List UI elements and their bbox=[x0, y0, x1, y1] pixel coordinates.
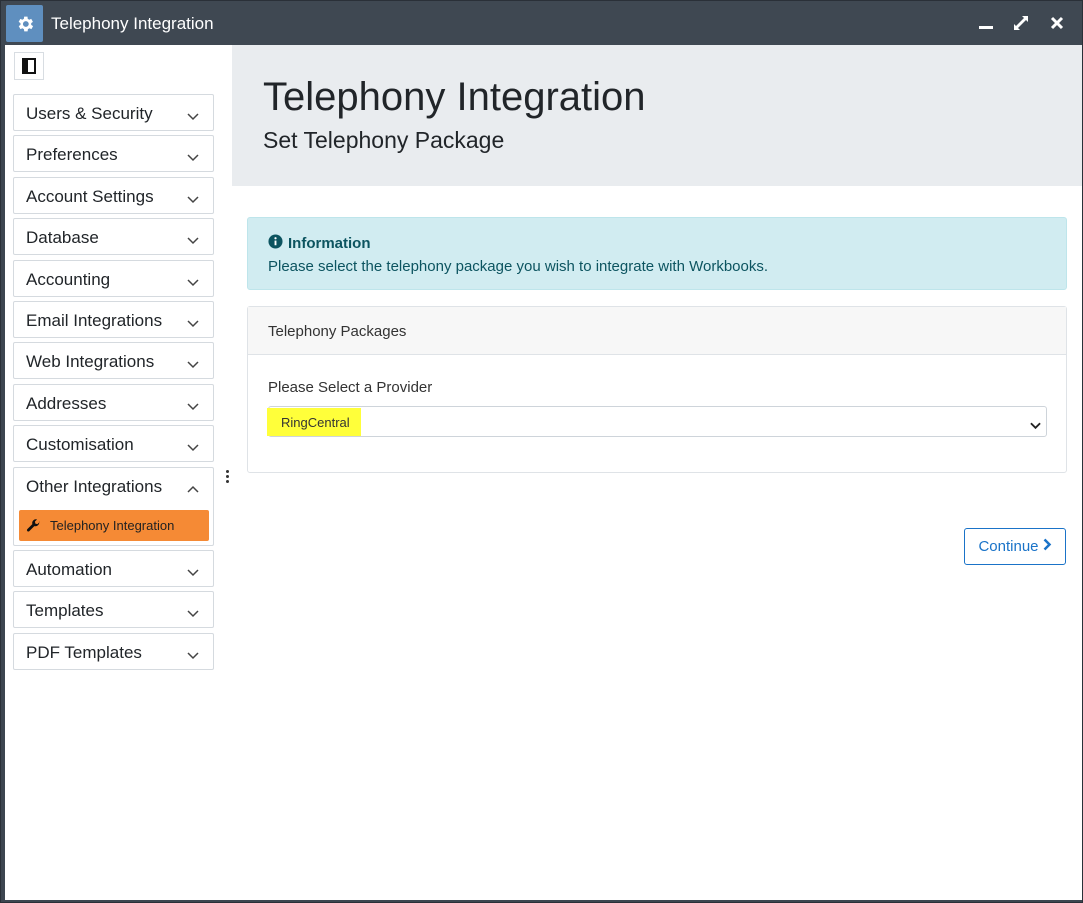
chevron-down-icon bbox=[187, 398, 199, 416]
settings-nav: Users & Security Preferences Account Set… bbox=[13, 94, 215, 674]
provider-select-value: RingCentral bbox=[281, 415, 350, 430]
sidebar-item-label: Other Integrations bbox=[26, 476, 163, 496]
page-title: Telephony Integration bbox=[263, 75, 646, 119]
continue-button[interactable]: Continue bbox=[964, 528, 1066, 565]
sidebar-item-addresses[interactable]: Addresses bbox=[13, 383, 214, 421]
minimize-icon[interactable] bbox=[974, 11, 998, 35]
sidebar-toggle-icon[interactable] bbox=[14, 52, 44, 80]
sidebar-subitem-telephony-integration[interactable]: Telephony Integration bbox=[19, 509, 209, 541]
chevron-down-icon bbox=[187, 191, 199, 209]
sidebar-item-label: Account Settings bbox=[26, 186, 154, 206]
chevron-down-icon bbox=[187, 315, 199, 333]
chevron-right-icon bbox=[1043, 538, 1052, 555]
window-title: Telephony Integration bbox=[51, 14, 214, 33]
sidebar-item-label: Email Integrations bbox=[26, 310, 163, 330]
maximize-icon[interactable] bbox=[1009, 11, 1033, 35]
app-window: Telephony Integration Users & Security P… bbox=[0, 0, 1083, 903]
sidebar-item-web-integrations[interactable]: Web Integrations bbox=[13, 342, 214, 380]
kebab-icon[interactable] bbox=[224, 470, 230, 486]
info-circle-icon bbox=[268, 234, 283, 253]
gear-icon bbox=[6, 5, 43, 42]
info-alert: Information Please select the telephony … bbox=[247, 217, 1067, 290]
card-header: Telephony Packages bbox=[248, 307, 1066, 355]
sidebar-subitem-label: Telephony Integration bbox=[50, 517, 175, 533]
title-bar: Telephony Integration bbox=[1, 1, 1082, 45]
sidebar-item-label: Database bbox=[26, 228, 99, 248]
sidebar-item-label: Customisation bbox=[26, 435, 134, 455]
info-alert-title: Information bbox=[288, 235, 371, 252]
chevron-down-icon bbox=[187, 564, 199, 582]
sidebar-group-other-integrations: Other Integrations Telephony Integration bbox=[13, 466, 214, 546]
sidebar-item-automation[interactable]: Automation bbox=[13, 549, 214, 587]
sidebar-item-customisation[interactable]: Customisation bbox=[13, 425, 214, 463]
chevron-up-icon bbox=[187, 480, 199, 498]
chevron-down-icon bbox=[187, 274, 199, 292]
sidebar-item-accounting[interactable]: Accounting bbox=[13, 259, 214, 297]
sidebar-item-account-settings[interactable]: Account Settings bbox=[13, 176, 214, 214]
provider-field-label: Please Select a Provider bbox=[268, 379, 433, 396]
chevron-down-icon bbox=[187, 232, 199, 250]
sidebar-item-email-integrations[interactable]: Email Integrations bbox=[13, 300, 214, 338]
chevron-down-icon bbox=[187, 605, 199, 623]
chevron-down-icon bbox=[187, 439, 199, 457]
sidebar-item-label: PDF Templates bbox=[26, 642, 142, 662]
sidebar-item-label: Users & Security bbox=[26, 104, 153, 123]
chevron-down-icon bbox=[187, 647, 199, 665]
close-icon[interactable] bbox=[1045, 11, 1069, 35]
sidebar-item-label: Automation bbox=[26, 559, 112, 579]
sidebar-item-templates[interactable]: Templates bbox=[13, 591, 214, 629]
telephony-packages-card: Telephony Packages Please Select a Provi… bbox=[247, 306, 1067, 473]
info-alert-title-row: Information bbox=[268, 234, 371, 253]
sidebar-item-users-security[interactable]: Users & Security bbox=[13, 94, 214, 131]
sidebar-item-other-integrations[interactable]: Other Integrations bbox=[14, 468, 213, 505]
card-header-title: Telephony Packages bbox=[268, 323, 407, 340]
sidebar-item-label: Web Integrations bbox=[26, 352, 155, 372]
sidebar-item-label: Preferences bbox=[26, 145, 118, 165]
page-header: Telephony Integration Set Telephony Pack… bbox=[232, 45, 1082, 186]
sidebar-item-label: Accounting bbox=[26, 269, 111, 289]
chevron-down-icon bbox=[187, 149, 199, 167]
info-alert-text: Please select the telephony package you … bbox=[268, 258, 769, 275]
sidebar-item-label: Addresses bbox=[26, 393, 107, 413]
sidebar-item-label: Templates bbox=[26, 601, 104, 621]
chevron-down-icon bbox=[187, 108, 199, 126]
sidebar-item-preferences[interactable]: Preferences bbox=[13, 135, 214, 173]
sidebar-item-pdf-templates[interactable]: PDF Templates bbox=[13, 632, 214, 670]
chevron-down-icon bbox=[1030, 417, 1041, 435]
page-subtitle: Set Telephony Package bbox=[263, 127, 505, 153]
app-client: Users & Security Preferences Account Set… bbox=[5, 45, 1082, 900]
sidebar-item-database[interactable]: Database bbox=[13, 218, 214, 256]
continue-button-label: Continue bbox=[978, 538, 1039, 555]
provider-select[interactable]: RingCentral bbox=[267, 406, 1047, 437]
wrench-icon bbox=[26, 518, 41, 538]
chevron-down-icon bbox=[187, 356, 199, 374]
